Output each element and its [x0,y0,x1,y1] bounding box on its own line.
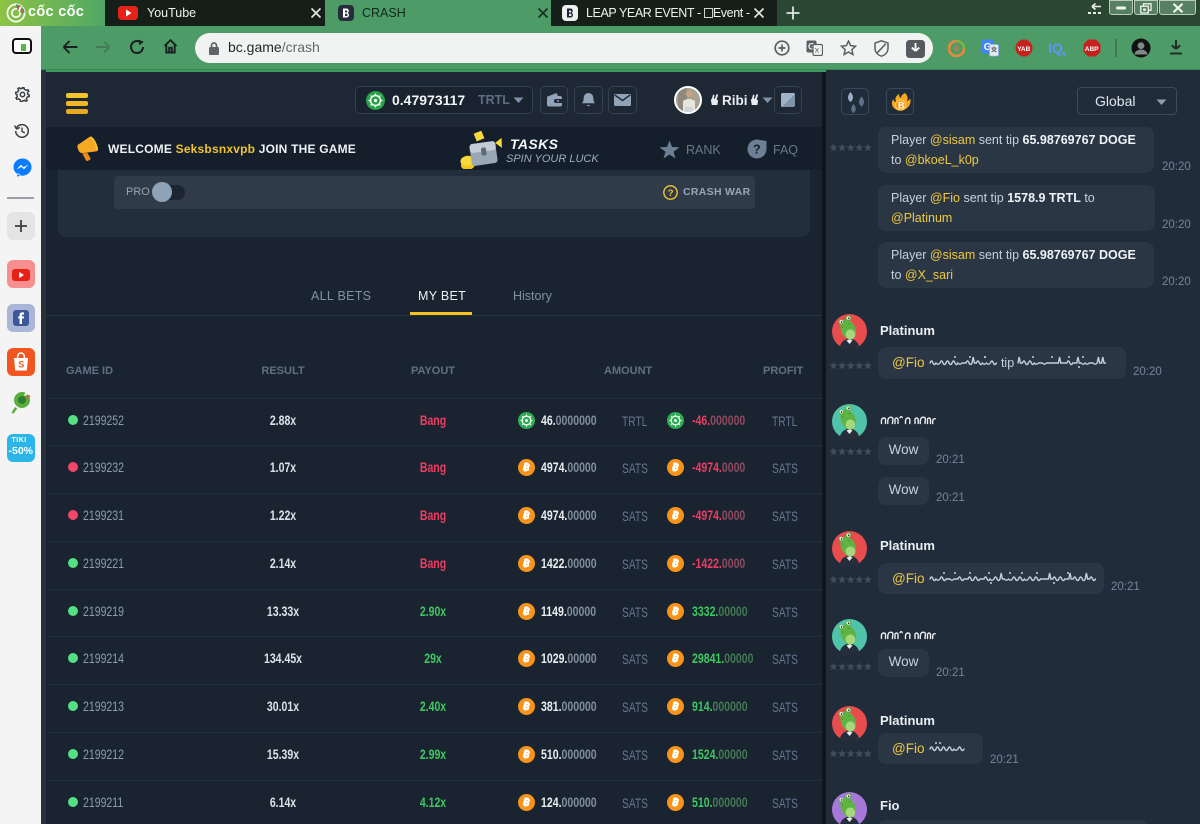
svg-text:YAB: YAB [1017,46,1030,53]
svg-text:IQ: IQ [1048,40,1063,56]
svg-text:x: x [815,45,820,55]
svg-text:?: ? [668,188,674,199]
svg-text:?: ? [753,143,761,157]
svg-text:B: B [898,101,905,111]
svg-text:ABP: ABP [1085,46,1099,53]
svg-text:S: S [18,360,24,370]
